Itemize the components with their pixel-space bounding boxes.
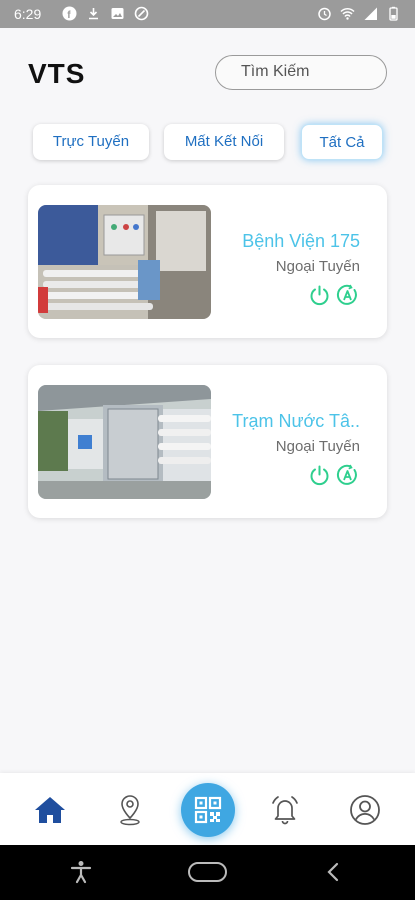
- back-icon[interactable]: [325, 861, 341, 888]
- station-photo: [38, 205, 211, 319]
- user-icon[interactable]: [348, 793, 382, 827]
- filter-online-button[interactable]: Trực Tuyến: [33, 124, 149, 160]
- battery-icon: [386, 6, 401, 21]
- station-photo: [38, 385, 211, 499]
- wifi-icon: [340, 6, 355, 21]
- station-status: Ngoại Tuyến: [275, 438, 360, 455]
- auto-mode-icon[interactable]: [336, 464, 359, 487]
- bottom-nav: [0, 773, 415, 845]
- home-icon[interactable]: [33, 793, 67, 827]
- facebook-icon: f: [62, 6, 77, 21]
- station-card[interactable]: Trạm Nước Tâ.. Ngoại Tuyến: [28, 365, 387, 518]
- bell-icon[interactable]: [268, 793, 302, 827]
- signal-icon: [363, 6, 378, 21]
- settings-icon: [134, 6, 149, 21]
- station-status: Ngoại Tuyến: [275, 258, 360, 275]
- power-icon[interactable]: [308, 464, 331, 487]
- auto-mode-icon[interactable]: [336, 284, 359, 307]
- download-icon: [86, 6, 101, 21]
- power-icon[interactable]: [308, 284, 331, 307]
- filter-disconnected-button[interactable]: Mất Kết Nối: [164, 124, 284, 160]
- system-nav-bar: [0, 845, 415, 900]
- image-icon: [110, 6, 125, 21]
- station-name: Bệnh Viện 175: [242, 231, 360, 251]
- system-home-button[interactable]: [188, 862, 227, 882]
- location-icon[interactable]: [113, 793, 147, 827]
- status-time: 6:29: [14, 6, 42, 22]
- header: VTS Tìm Kiếm: [0, 28, 415, 118]
- status-bar: 6:29 f: [0, 0, 415, 28]
- alarm-icon: [317, 6, 332, 21]
- station-card[interactable]: Bệnh Viện 175 Ngoại Tuyến: [28, 185, 387, 338]
- app-title: VTS: [28, 58, 86, 89]
- filter-all-button[interactable]: Tất Cả: [301, 124, 383, 160]
- filter-bar: Trực Tuyến Mất Kết Nối Tất Cả: [0, 124, 415, 162]
- search-input[interactable]: Tìm Kiếm: [215, 55, 387, 90]
- accessibility-icon[interactable]: [70, 860, 92, 889]
- qr-code-icon[interactable]: [181, 783, 235, 837]
- station-name: Trạm Nước Tâ..: [232, 411, 360, 431]
